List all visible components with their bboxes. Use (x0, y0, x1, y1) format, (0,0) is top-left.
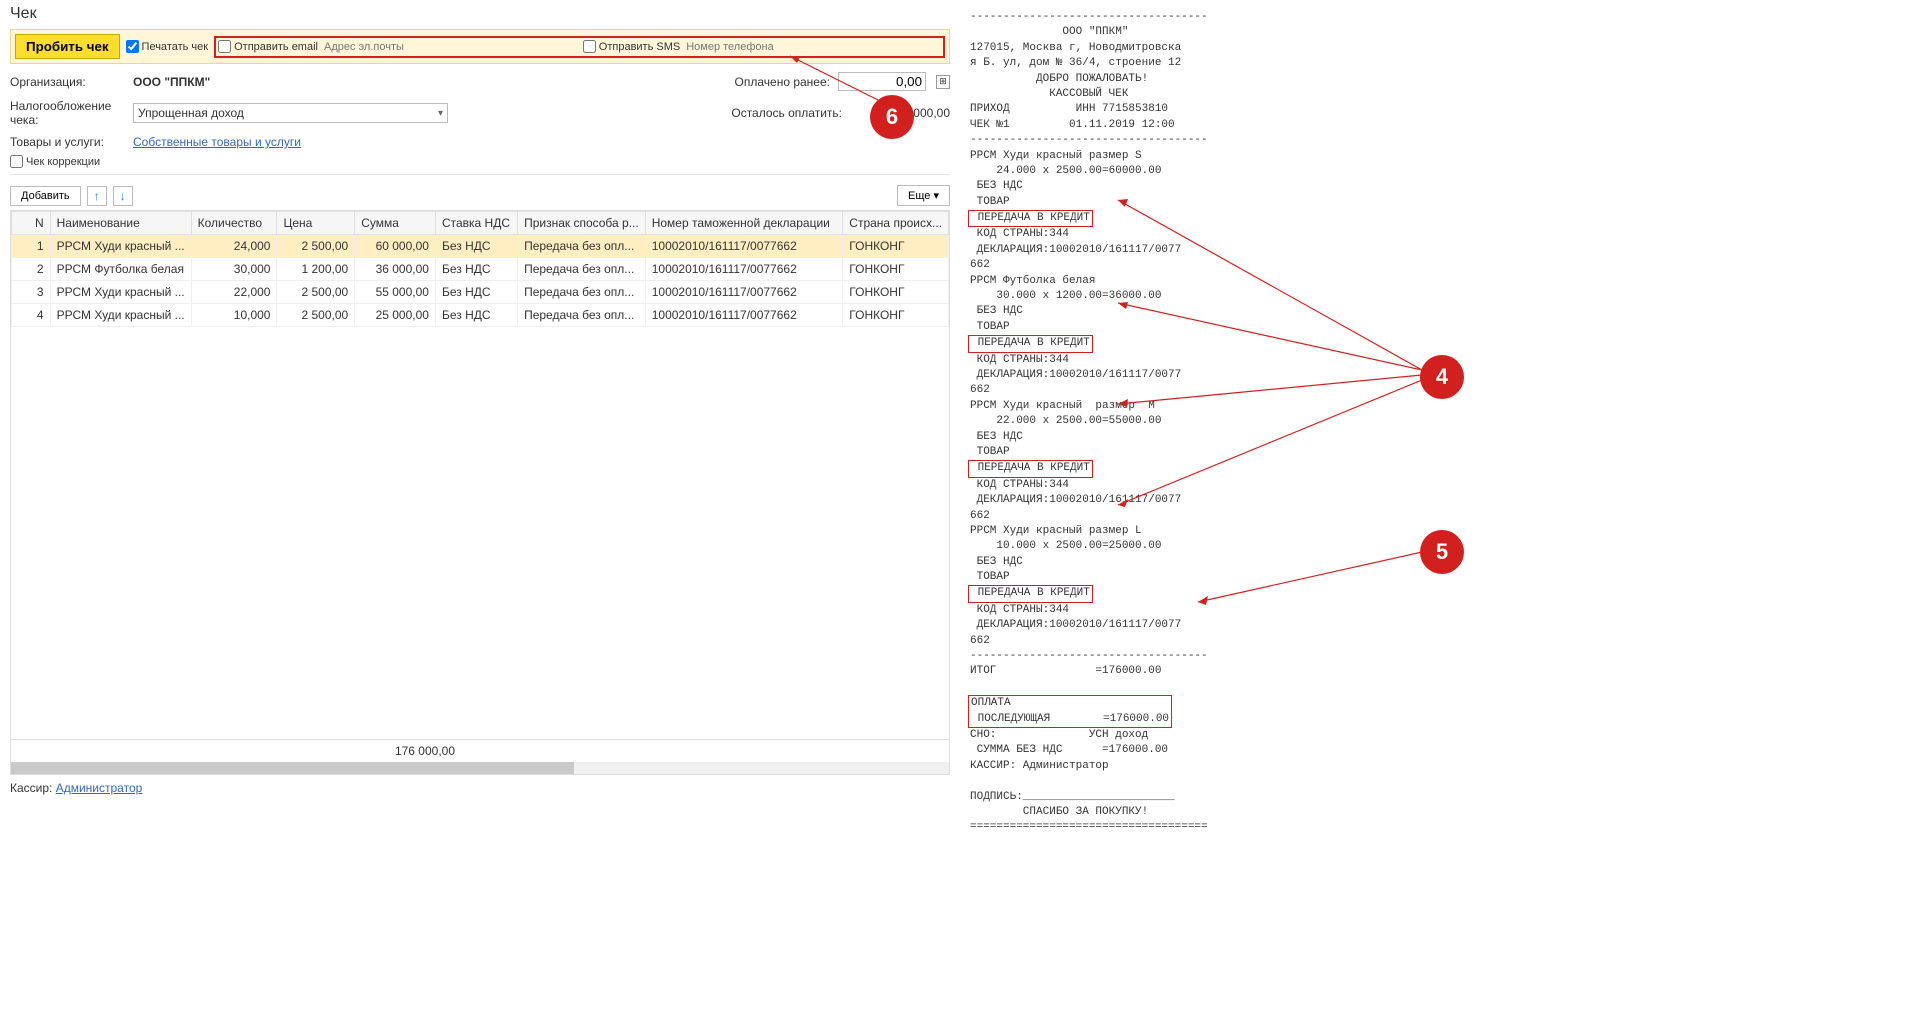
col-price[interactable]: Цена (277, 212, 355, 235)
sms-input[interactable] (684, 40, 941, 54)
col-qty[interactable]: Количество (191, 212, 277, 235)
toolbar: Пробить чек Печатать чек Отправить email… (10, 29, 950, 64)
print-check-option[interactable]: Печатать чек (126, 40, 209, 53)
col-vat[interactable]: Ставка НДС (435, 212, 517, 235)
tax-label: Налогообложение чека: (10, 99, 125, 127)
callout-6: 6 (870, 95, 914, 139)
cashier-link[interactable]: Администратор (56, 781, 143, 795)
callout-4: 4 (1420, 355, 1464, 399)
left-to-pay-label: Осталось оплатить: (731, 106, 842, 120)
email-input[interactable] (322, 40, 579, 54)
check-correction-label: Чек коррекции (26, 156, 100, 168)
table-toolbar: Добавить ↑ ↓ Еще ▾ (10, 185, 950, 206)
tax-select[interactable]: Упрощенная доход ▾ (133, 103, 448, 123)
paid-input[interactable] (838, 72, 926, 91)
callout-5: 5 (1420, 530, 1464, 574)
table-row[interactable]: 3РРСМ Худи красный ...22,0002 500,0055 0… (12, 281, 949, 304)
col-method[interactable]: Признак способа р... (518, 212, 646, 235)
send-sms-label: Отправить SMS (599, 41, 680, 53)
paid-label: Оплачено ранее: (735, 75, 830, 89)
org-row: Организация: ООО "ППКМ" Оплачено ранее: … (10, 72, 950, 91)
org-label: Организация: (10, 75, 125, 89)
tax-value: Упрощенная доход (138, 106, 244, 120)
more-button[interactable]: Еще ▾ (897, 185, 950, 206)
send-sms-checkbox[interactable] (583, 40, 596, 53)
table-row[interactable]: 1РРСМ Худи красный ...24,0002 500,0060 0… (12, 235, 949, 258)
print-check-label: Печатать чек (142, 41, 209, 53)
probit-check-button[interactable]: Пробить чек (15, 34, 120, 59)
cashier-row: Кассир: Администратор (10, 781, 950, 795)
send-sms-option[interactable]: Отправить SMS (583, 40, 680, 53)
table-footer: 176 000,00 (11, 739, 949, 762)
items-grid: N Наименование Количество Цена Сумма Ста… (11, 211, 949, 327)
cashier-label: Кассир: (10, 781, 52, 795)
check-correction-checkbox[interactable] (10, 155, 23, 168)
add-button[interactable]: Добавить (10, 186, 81, 206)
footer-total: 176 000,00 (15, 744, 455, 758)
org-value: ООО "ППКМ" (133, 75, 210, 89)
send-group: Отправить email Отправить SMS (214, 36, 945, 58)
send-email-option[interactable]: Отправить email (218, 40, 318, 53)
send-email-label: Отправить email (234, 41, 318, 53)
items-table: N Наименование Количество Цена Сумма Ста… (10, 210, 950, 775)
goods-row: Товары и услуги: Собственные товары и ус… (10, 135, 950, 149)
print-check-checkbox[interactable] (126, 40, 139, 53)
send-email-checkbox[interactable] (218, 40, 231, 53)
table-row[interactable]: 2РРСМ Футболка белая30,0001 200,0036 000… (12, 258, 949, 281)
receipt-preview: ------------------------------------ ООО… (960, 0, 1500, 800)
page-title: Чек (10, 5, 950, 23)
col-country[interactable]: Страна происх... (843, 212, 949, 235)
chevron-down-icon: ▾ (438, 108, 443, 119)
tax-row: Налогообложение чека: Упрощенная доход ▾… (10, 99, 950, 127)
col-sum[interactable]: Сумма (355, 212, 436, 235)
move-up-button[interactable]: ↑ (87, 186, 107, 206)
goods-label: Товары и услуги: (10, 135, 125, 149)
horizontal-scrollbar[interactable] (11, 762, 949, 774)
table-row[interactable]: 4РРСМ Худи красный ...10,0002 500,0025 0… (12, 304, 949, 327)
move-down-button[interactable]: ↓ (113, 186, 133, 206)
check-correction-option[interactable]: Чек коррекции (10, 155, 950, 168)
goods-link[interactable]: Собственные товары и услуги (133, 135, 301, 149)
col-name[interactable]: Наименование (50, 212, 191, 235)
col-decl[interactable]: Номер таможенной декларации (645, 212, 843, 235)
col-n[interactable]: N (12, 212, 51, 235)
calc-icon[interactable]: ⊞ (936, 75, 950, 89)
